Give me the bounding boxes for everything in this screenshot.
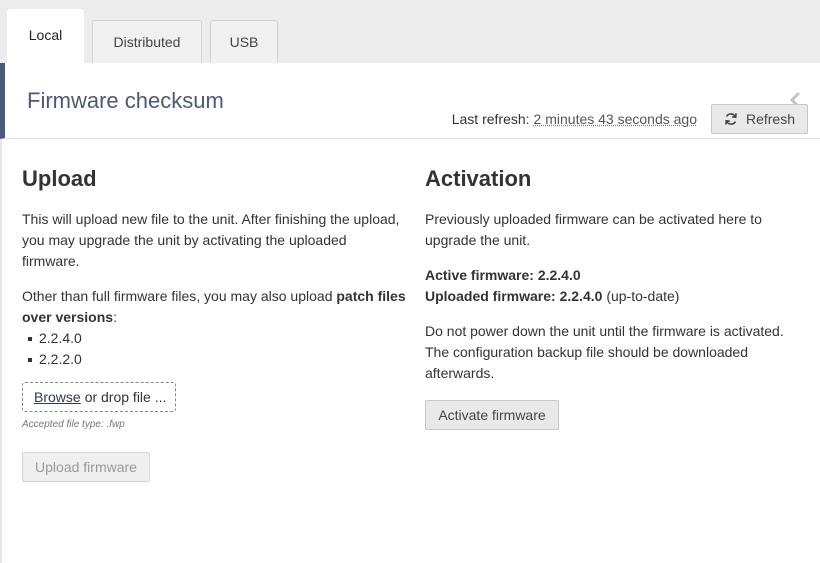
activate-firmware-button[interactable]: Activate firmware — [425, 400, 559, 430]
patch-files-text: Other than full firmware files, you may … — [22, 286, 407, 328]
activation-section: Activation Previously uploaded firmware … — [425, 166, 805, 430]
version-item: 2.2.4.0 — [22, 328, 407, 349]
file-dropzone[interactable]: Browse or drop file ... — [22, 382, 176, 412]
version-item: 2.2.2.0 — [22, 349, 407, 370]
upload-section: Upload This will upload new file to the … — [22, 166, 407, 482]
uploaded-firmware-value: 2.2.4.0 — [559, 288, 603, 304]
panel-title: Firmware checksum — [27, 88, 224, 113]
upload-description: This will upload new file to the unit. A… — [22, 211, 400, 269]
activation-description: Previously uploaded firmware can be acti… — [425, 211, 762, 248]
patch-text-prefix: Other than full firmware files, you may … — [22, 288, 337, 304]
firmware-versions: Active firmware: 2.2.4.0 Uploaded firmwa… — [425, 265, 805, 307]
tab-distributed-label: Distributed — [113, 34, 181, 50]
uploaded-firmware-status: (up-to-date) — [606, 288, 680, 304]
refresh-icon — [725, 113, 737, 125]
tab-bar: Local Distributed USB — [0, 0, 820, 64]
active-firmware-label: Active firmware: — [425, 267, 534, 283]
power-warning: Do not power down the unit until the fir… — [425, 323, 784, 381]
tab-usb[interactable]: USB — [210, 20, 278, 63]
panel-edge — [0, 139, 2, 563]
active-firmware: Active firmware: 2.2.4.0 — [425, 265, 805, 286]
last-refresh-label: Last refresh: — [451, 111, 530, 127]
activation-title: Activation — [425, 166, 532, 191]
uploaded-firmware-label: Uploaded firmware: — [425, 288, 556, 304]
upload-title: Upload — [22, 166, 97, 191]
refresh-row: Last refresh: 2 minutes 43 seconds ago R… — [452, 104, 808, 134]
browse-link[interactable]: Browse — [34, 389, 81, 405]
tab-local[interactable]: Local — [7, 9, 84, 64]
uploaded-firmware: Uploaded firmware: 2.2.4.0 (up-to-date) — [425, 286, 805, 307]
tab-distributed[interactable]: Distributed — [92, 20, 202, 63]
active-firmware-value: 2.2.4.0 — [537, 267, 581, 283]
version-list: 2.2.4.0 2.2.2.0 — [22, 328, 407, 370]
tab-usb-label: USB — [229, 34, 259, 50]
patch-text-suffix: : — [113, 309, 117, 325]
refresh-button[interactable]: Refresh — [711, 104, 808, 134]
refresh-button-label: Refresh — [745, 111, 796, 127]
last-refresh-value: 2 minutes 43 seconds ago — [533, 111, 697, 127]
tab-local-label: Local — [28, 26, 63, 43]
drop-label: or drop file ... — [84, 389, 167, 405]
accepted-file-type: Accepted file type: .fwp — [22, 419, 125, 430]
upload-firmware-button[interactable]: Upload firmware — [22, 452, 150, 482]
